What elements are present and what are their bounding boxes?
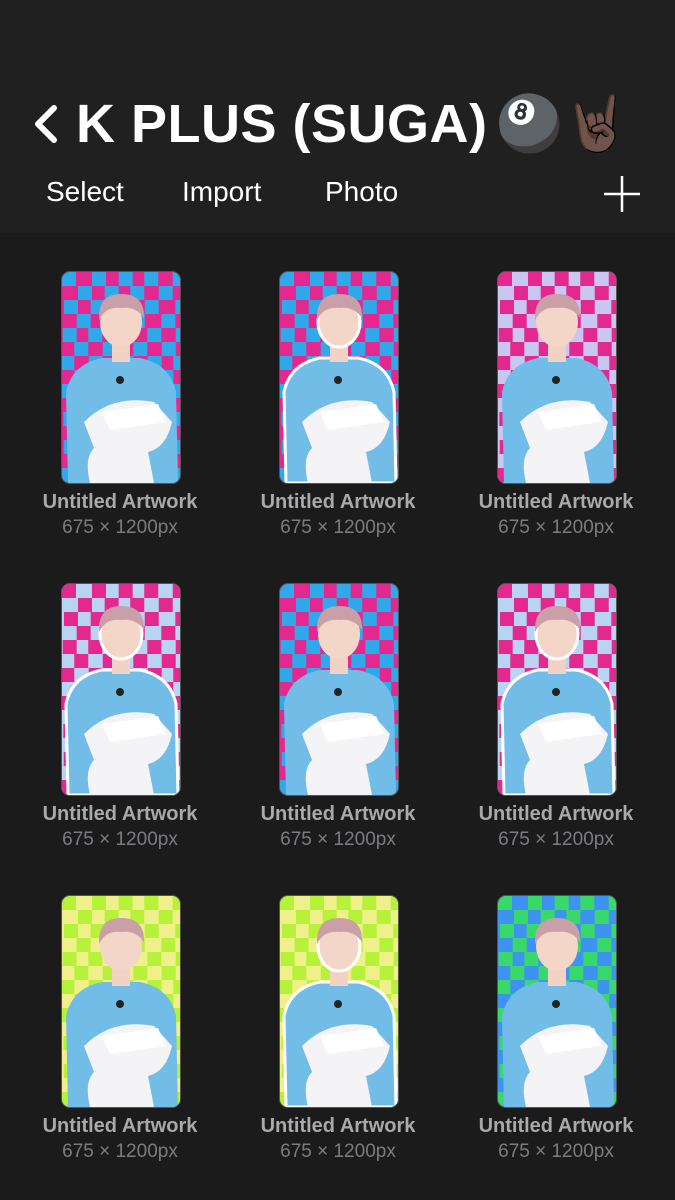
artwork-title: Untitled Artwork xyxy=(478,491,634,513)
gallery-title-text: K PLUS (SUGA) xyxy=(76,93,488,154)
artwork-item[interactable]: Untitled Artwork 675 × 1200px xyxy=(479,895,675,1185)
artwork-dimensions: 675 × 1200px xyxy=(62,829,178,850)
artwork-thumbnail[interactable] xyxy=(279,583,399,796)
artwork-grid: Untitled Artwork 675 × 1200px Untitled Art… xyxy=(0,233,675,1200)
artwork-thumbnail[interactable] xyxy=(61,895,181,1108)
top-bar: K PLUS (SUGA) 🎱🤘🏿 Select Import Photo xyxy=(0,0,675,233)
toolbar: Select Import Photo xyxy=(0,176,675,216)
artwork-thumbnail[interactable] xyxy=(61,271,181,484)
artwork-dimensions: 675 × 1200px xyxy=(280,1141,396,1162)
artwork-dimensions: 675 × 1200px xyxy=(62,1141,178,1162)
artwork-item[interactable]: Untitled Artwork 675 × 1200px xyxy=(479,271,675,561)
artwork-thumbnail[interactable] xyxy=(279,271,399,484)
artwork-dimensions: 675 × 1200px xyxy=(280,829,396,850)
artwork-dimensions: 675 × 1200px xyxy=(498,829,614,850)
gallery-title: K PLUS (SUGA) 🎱🤘🏿 xyxy=(76,93,631,156)
artwork-dimensions: 675 × 1200px xyxy=(62,517,178,538)
artwork-dimensions: 675 × 1200px xyxy=(498,517,614,538)
artwork-dimensions: 675 × 1200px xyxy=(280,517,396,538)
import-button[interactable]: Import xyxy=(182,176,261,208)
artwork-title: Untitled Artwork xyxy=(260,1115,416,1137)
artwork-title: Untitled Artwork xyxy=(42,803,198,825)
photo-button[interactable]: Photo xyxy=(325,176,398,208)
artwork-thumbnail[interactable] xyxy=(497,895,617,1108)
artwork-title: Untitled Artwork xyxy=(42,1115,198,1137)
artwork-thumbnail[interactable] xyxy=(497,583,617,796)
chevron-left-icon[interactable] xyxy=(30,99,64,149)
artwork-thumbnail[interactable] xyxy=(497,271,617,484)
artwork-title: Untitled Artwork xyxy=(42,491,198,513)
title-emoji: 🎱🤘🏿 xyxy=(495,93,631,154)
artwork-title: Untitled Artwork xyxy=(478,803,634,825)
artwork-title: Untitled Artwork xyxy=(478,1115,634,1137)
select-button[interactable]: Select xyxy=(46,176,124,208)
plus-icon[interactable] xyxy=(602,174,642,214)
artwork-item[interactable]: Untitled Artwork 675 × 1200px xyxy=(479,583,675,873)
artwork-thumbnail[interactable] xyxy=(61,583,181,796)
artwork-thumbnail[interactable] xyxy=(279,895,399,1108)
artwork-title: Untitled Artwork xyxy=(260,491,416,513)
artwork-dimensions: 675 × 1200px xyxy=(498,1141,614,1162)
title-row: K PLUS (SUGA) 🎱🤘🏿 xyxy=(30,88,631,160)
artwork-title: Untitled Artwork xyxy=(260,803,416,825)
